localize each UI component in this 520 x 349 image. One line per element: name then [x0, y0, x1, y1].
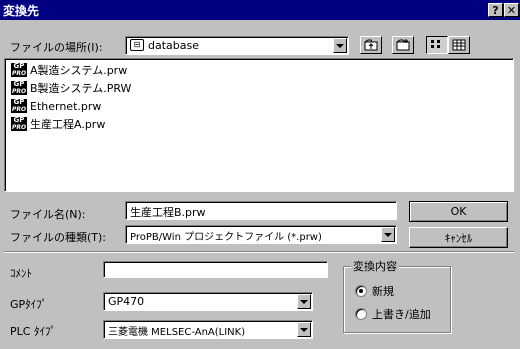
convert-group-label: 変換内容	[351, 258, 399, 274]
file-name: 生産工程A.prw	[30, 118, 106, 131]
gp-file-icon: GP PRO	[11, 98, 27, 113]
close-icon[interactable]: ✕	[504, 3, 519, 17]
radio-unselected-icon	[355, 308, 367, 320]
comment-label: ｺﾒﾝﾄ	[10, 267, 32, 280]
list-item[interactable]: GP PRO A製造システム.prw	[11, 62, 127, 78]
up-folder-icon[interactable]	[360, 36, 382, 54]
network-folder-icon: ⊟	[130, 39, 144, 51]
filename-label: ファイル名(N):	[10, 208, 86, 221]
gptype-label: GPﾀｲﾌﾟ	[10, 298, 48, 311]
chevron-down-icon[interactable]	[297, 294, 311, 309]
list-item[interactable]: GP PRO 生産工程A.prw	[11, 116, 105, 132]
chevron-down-icon[interactable]	[381, 227, 395, 242]
chevron-down-icon[interactable]	[297, 322, 311, 337]
comment-field[interactable]	[103, 261, 328, 278]
list-item[interactable]: GP PRO Ethernet.prw	[11, 98, 101, 114]
plctype-label: PLC ﾀｲﾌﾟ	[10, 325, 56, 338]
radio-new[interactable]: 新規	[355, 283, 394, 299]
help-icon[interactable]: ?	[488, 3, 503, 17]
chevron-down-icon[interactable]	[333, 38, 347, 53]
list-view-icon[interactable]	[426, 36, 448, 54]
details-view-icon[interactable]	[448, 36, 470, 54]
filetype-dropdown[interactable]: ProPB/Win プロジェクトファイル (*.prw)	[125, 225, 397, 244]
gp-file-icon: GP PRO	[11, 62, 27, 77]
convert-groupbox	[343, 266, 451, 333]
lookin-dropdown[interactable]: ⊟ database	[125, 36, 349, 55]
file-list[interactable]: GP PRO A製造システム.prw GP PRO B製造システム.PRW GP PR…	[4, 58, 514, 192]
file-name: Ethernet.prw	[30, 99, 102, 113]
file-name: A製造システム.prw	[30, 64, 128, 77]
filename-field[interactable]: 生産工程B.prw	[125, 201, 397, 220]
filetype-label: ファイルの種類(T):	[10, 231, 107, 244]
list-item[interactable]: GP PRO B製造システム.PRW	[11, 80, 131, 96]
title-bar: 変換先 ? ✕	[0, 0, 520, 20]
new-folder-icon[interactable]	[392, 36, 414, 54]
cancel-button[interactable]: ｷｬﾝｾﾙ	[409, 227, 508, 248]
lookin-value: database	[148, 39, 199, 52]
file-name: B製造システム.PRW	[30, 82, 132, 95]
radio-selected-icon	[355, 285, 367, 297]
divider	[4, 251, 514, 253]
gptype-dropdown[interactable]: GP470	[103, 292, 313, 311]
ok-button[interactable]: OK	[409, 201, 508, 222]
radio-overwrite[interactable]: 上書き/追加	[355, 306, 431, 322]
plctype-dropdown[interactable]: 三菱電機 MELSEC-AnA(LINK)	[103, 320, 313, 339]
lookin-label: ファイルの場所(I):	[10, 41, 103, 54]
gp-file-icon: GP PRO	[11, 80, 27, 95]
window-title: 変換先	[3, 3, 40, 18]
gp-file-icon: GP PRO	[11, 116, 27, 131]
